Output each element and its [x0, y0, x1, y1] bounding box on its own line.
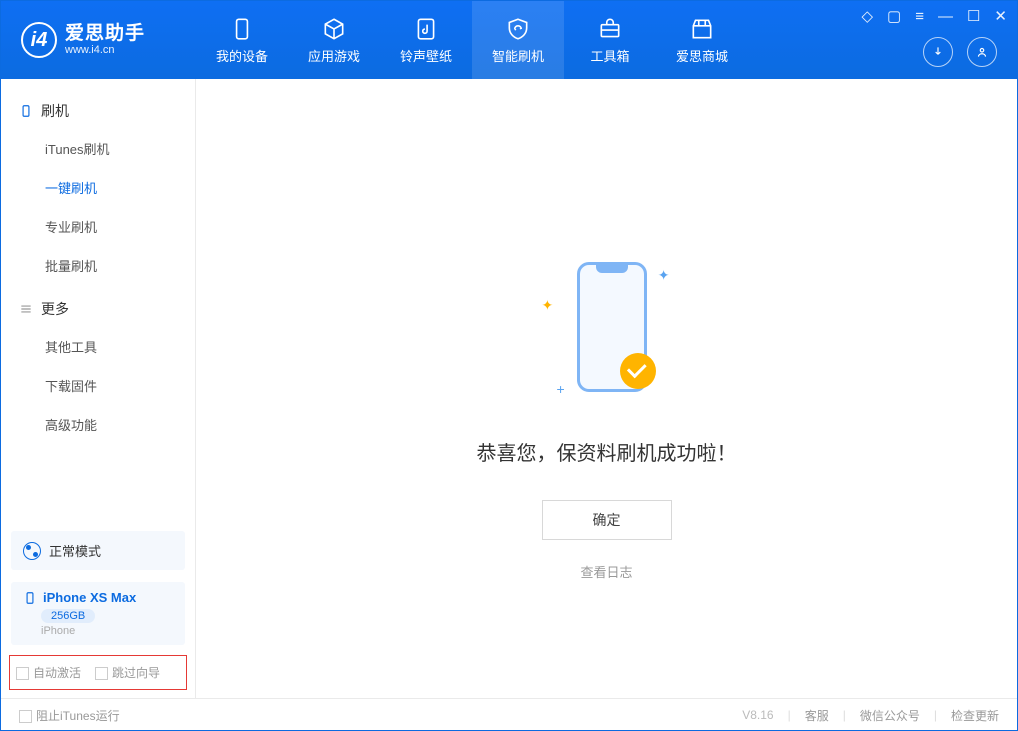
maximize-button[interactable]: ☐	[967, 7, 980, 25]
user-icon	[975, 45, 989, 59]
sidebar: 刷机 iTunes刷机 一键刷机 专业刷机 批量刷机 更多 其他工具 下载固件 …	[1, 79, 196, 698]
main-content: ✦ ✦ + 恭喜您，保资料刷机成功啦！ 确定 查看日志	[196, 79, 1017, 698]
mode-box[interactable]: 正常模式	[11, 531, 185, 570]
store-icon	[689, 16, 715, 42]
logo-area: i4 爱思助手 www.i4.cn	[1, 22, 196, 58]
mode-icon	[23, 542, 41, 560]
menu-icon[interactable]: ≡	[915, 8, 924, 25]
sparkle-icon: ✦	[658, 267, 670, 284]
close-button[interactable]: ✕	[994, 7, 1007, 25]
shirt-icon[interactable]: ◇	[861, 7, 873, 25]
tab-apps-games[interactable]: 应用游戏	[288, 1, 380, 79]
footer-link-service[interactable]: 客服	[805, 707, 829, 724]
sparkle-icon: +	[557, 381, 565, 397]
sidebar-item-other-tools[interactable]: 其他工具	[1, 327, 195, 366]
tab-smart-flash[interactable]: 智能刷机	[472, 1, 564, 79]
sidebar-group-flash: 刷机	[1, 93, 195, 129]
checkbox-auto-activate[interactable]: 自动激活	[16, 664, 81, 681]
tab-label: 工具箱	[590, 46, 629, 65]
tab-label: 我的设备	[216, 46, 268, 65]
device-icon	[229, 16, 255, 42]
sidebar-item-batch-flash[interactable]: 批量刷机	[1, 246, 195, 285]
download-button[interactable]	[923, 37, 953, 67]
tab-label: 爱思商城	[676, 46, 728, 65]
checkbox-block-itunes[interactable]: 阻止iTunes运行	[19, 707, 120, 724]
sidebar-group-more: 更多	[1, 291, 195, 327]
tab-toolbox[interactable]: 工具箱	[564, 1, 656, 79]
shield-sync-icon	[505, 16, 531, 42]
sparkle-icon: ✦	[542, 297, 554, 314]
app-header: i4 爱思助手 www.i4.cn 我的设备 应用游戏 铃声壁纸 智能刷机 工具…	[1, 1, 1017, 79]
ok-button[interactable]: 确定	[542, 500, 672, 540]
music-file-icon	[413, 16, 439, 42]
check-badge-icon	[620, 353, 656, 389]
phone-small-icon	[23, 591, 37, 605]
minimize-button[interactable]: —	[938, 8, 953, 25]
footer-link-wechat[interactable]: 微信公众号	[860, 707, 920, 724]
sidebar-item-onekey-flash[interactable]: 一键刷机	[1, 168, 195, 207]
sidebar-item-pro-flash[interactable]: 专业刷机	[1, 207, 195, 246]
tab-my-device[interactable]: 我的设备	[196, 1, 288, 79]
tab-label: 应用游戏	[308, 46, 360, 65]
view-log-link[interactable]: 查看日志	[580, 562, 632, 581]
device-type: iPhone	[41, 625, 173, 637]
list-icon	[19, 302, 33, 316]
sidebar-item-download-firmware[interactable]: 下载固件	[1, 366, 195, 405]
header-right-icons	[923, 37, 997, 67]
window-controls: ◇ ▢ ≡ — ☐ ✕	[861, 7, 1007, 25]
sidebar-item-advanced[interactable]: 高级功能	[1, 405, 195, 444]
tab-label: 铃声壁纸	[400, 46, 452, 65]
phone-icon	[19, 104, 33, 118]
version-label: V8.16	[742, 708, 773, 722]
storage-badge: 256GB	[41, 609, 95, 623]
tab-label: 智能刷机	[492, 46, 544, 65]
logo-icon: i4	[21, 22, 57, 58]
sidebar-item-itunes-flash[interactable]: iTunes刷机	[1, 129, 195, 168]
tab-store[interactable]: 爱思商城	[656, 1, 748, 79]
toolbox-icon	[597, 16, 623, 42]
footer: 阻止iTunes运行 V8.16 | 客服 | 微信公众号 | 检查更新	[1, 698, 1017, 731]
nav-tabs: 我的设备 应用游戏 铃声壁纸 智能刷机 工具箱 爱思商城	[196, 1, 748, 79]
app-subtitle: www.i4.cn	[65, 44, 145, 56]
mode-label: 正常模式	[49, 541, 101, 560]
success-message: 恭喜您，保资料刷机成功啦！	[477, 437, 737, 466]
success-illustration: ✦ ✦ +	[532, 257, 682, 407]
note-icon[interactable]: ▢	[887, 7, 901, 25]
download-icon	[931, 45, 945, 59]
tab-ringtone-wallpaper[interactable]: 铃声壁纸	[380, 1, 472, 79]
account-button[interactable]	[967, 37, 997, 67]
device-box[interactable]: iPhone XS Max 256GB iPhone	[11, 582, 185, 645]
app-title: 爱思助手	[65, 24, 145, 45]
device-name: iPhone XS Max	[43, 590, 136, 605]
checkbox-highlight-row: 自动激活 跳过向导	[9, 655, 187, 690]
footer-link-update[interactable]: 检查更新	[951, 707, 999, 724]
checkbox-skip-guide[interactable]: 跳过向导	[95, 664, 160, 681]
cube-icon	[321, 16, 347, 42]
